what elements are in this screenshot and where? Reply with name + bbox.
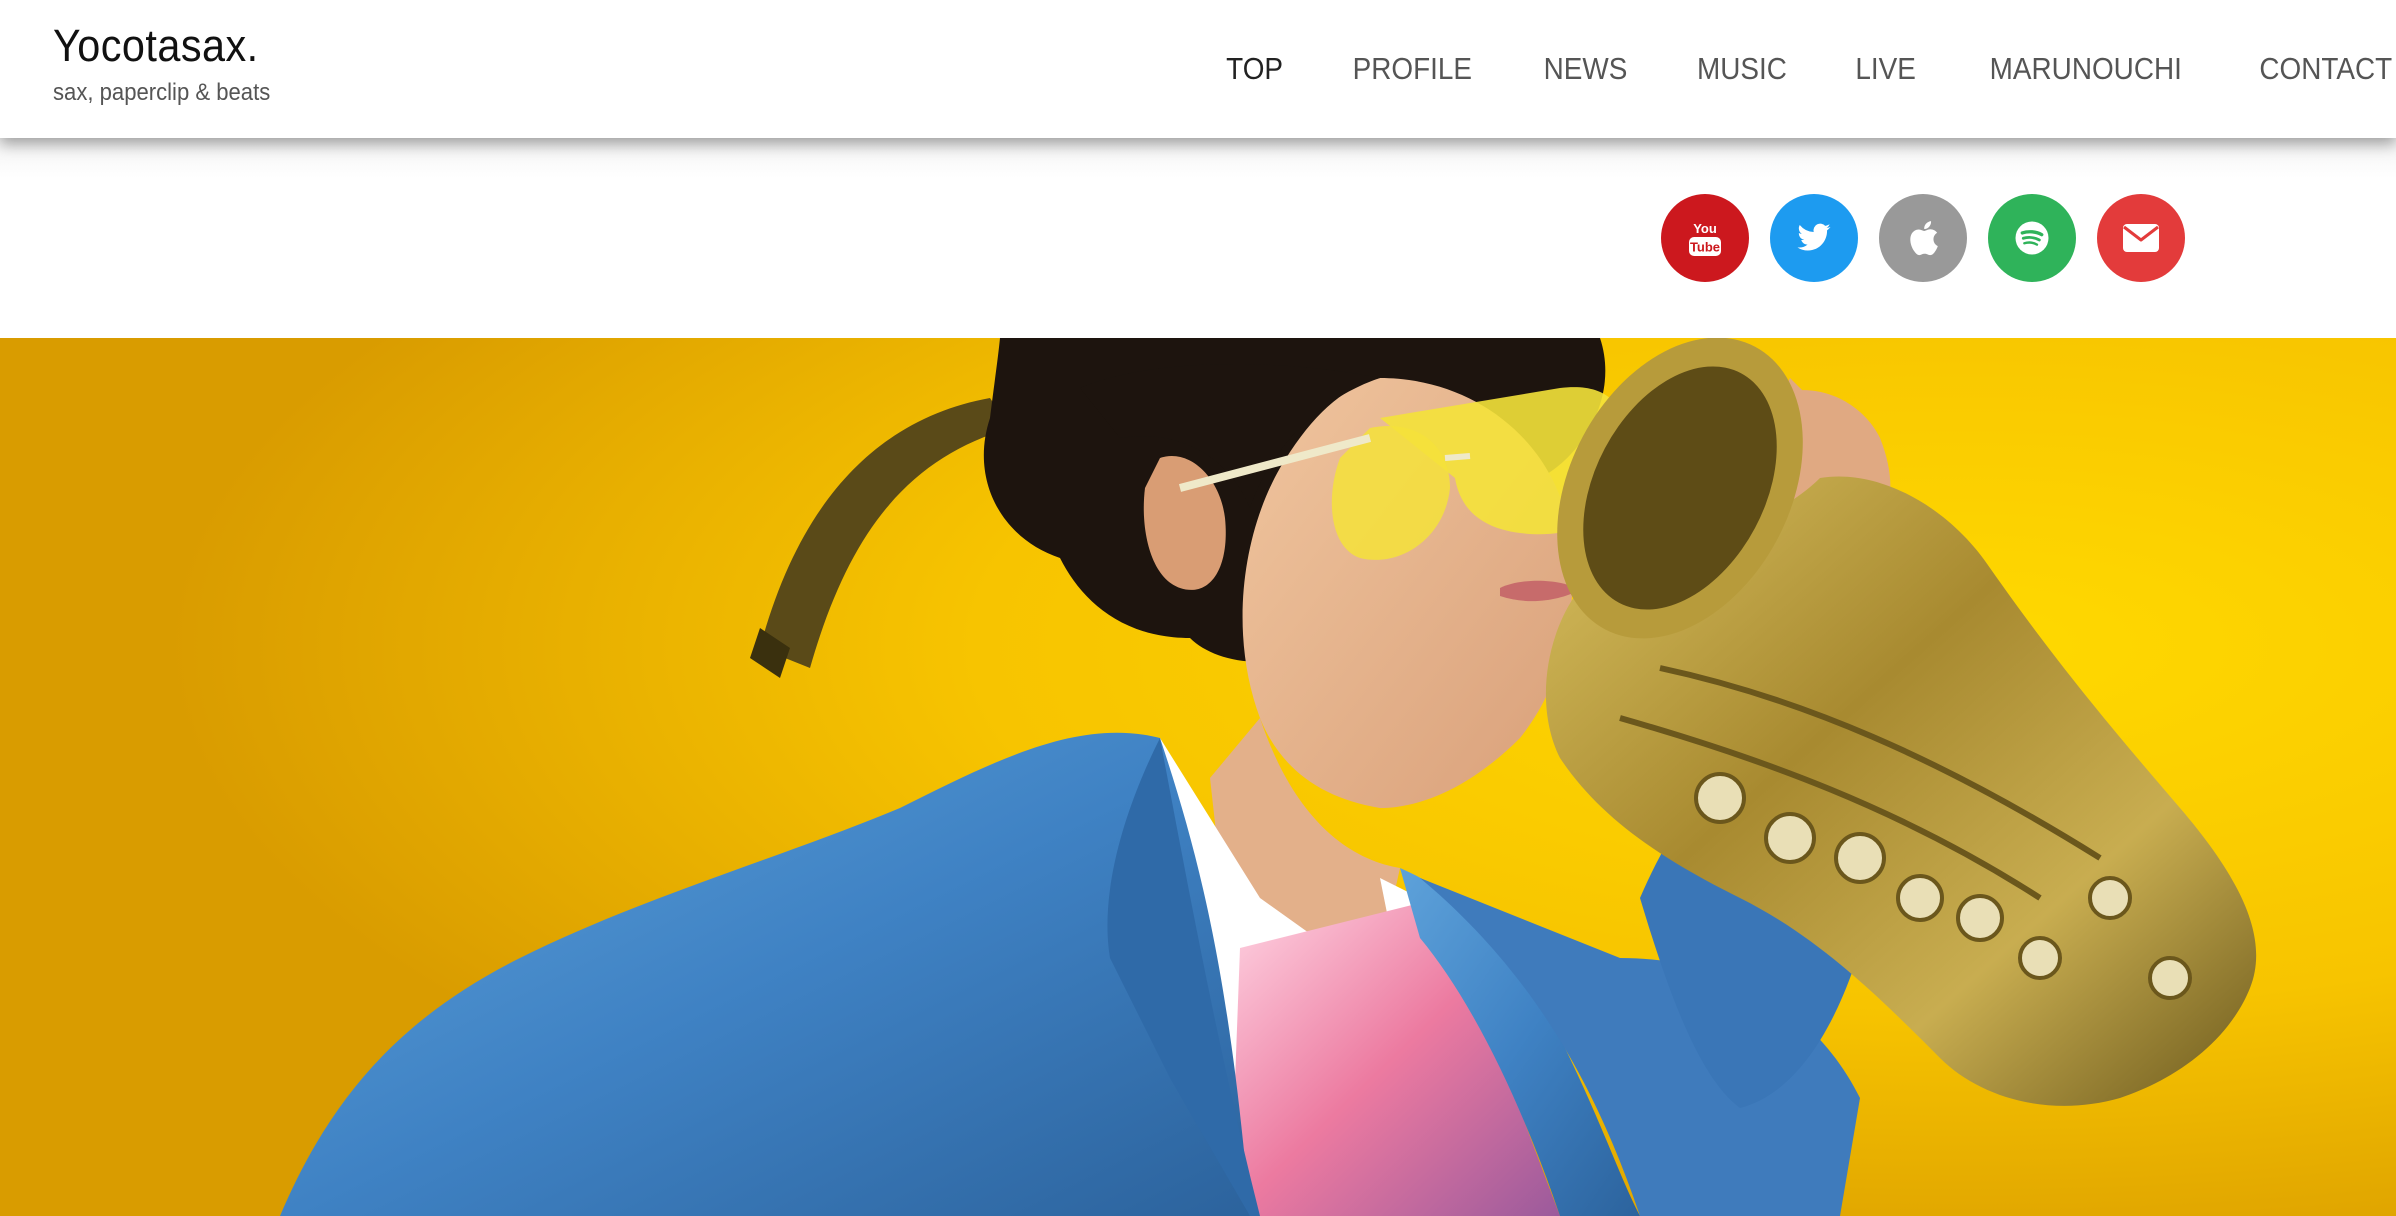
nav-item-live[interactable]: LIVE — [1855, 49, 1915, 89]
youtube-button[interactable]: You Tube — [1661, 194, 1749, 282]
hero-image — [0, 338, 2396, 1216]
youtube-glyph-top: You — [1693, 221, 1717, 236]
spotify-button[interactable] — [1988, 194, 2076, 282]
nav-item-music[interactable]: MUSIC — [1697, 49, 1787, 89]
mail-icon — [2123, 224, 2159, 252]
nav-item-profile[interactable]: PROFILE — [1353, 49, 1472, 89]
nav-item-marunouchi[interactable]: MARUNOUCHI — [1990, 49, 2182, 89]
site-header: Yocotasax. sax, paperclip & beats TOP PR… — [0, 0, 2396, 138]
brand: Yocotasax. sax, paperclip & beats — [53, 16, 289, 110]
site-tagline: sax, paperclip & beats — [53, 79, 271, 106]
youtube-icon: You Tube — [1689, 221, 1721, 256]
youtube-glyph-bottom: Tube — [1690, 240, 1720, 255]
twitter-button[interactable] — [1770, 194, 1858, 282]
saxophonist-portrait — [0, 338, 2396, 1216]
social-band: You Tube — [0, 138, 2396, 338]
main-nav: TOP PROFILE NEWS MUSIC LIVE MARUNOUCHI C… — [1163, 0, 2396, 138]
twitter-icon — [1797, 223, 1831, 251]
nav-item-top[interactable]: TOP — [1226, 49, 1283, 89]
nav-item-contact[interactable]: CONTACT — [2260, 49, 2393, 89]
social-links: You Tube — [1661, 194, 2185, 282]
page: Yocotasax. sax, paperclip & beats TOP PR… — [0, 0, 2396, 1216]
apple-icon — [1910, 221, 1938, 256]
spotify-icon — [2015, 221, 2049, 255]
site-title-link[interactable]: Yocotasax. — [53, 16, 270, 76]
mail-button[interactable] — [2097, 194, 2185, 282]
nav-item-news[interactable]: NEWS — [1543, 49, 1627, 89]
apple-music-button[interactable] — [1879, 194, 1967, 282]
